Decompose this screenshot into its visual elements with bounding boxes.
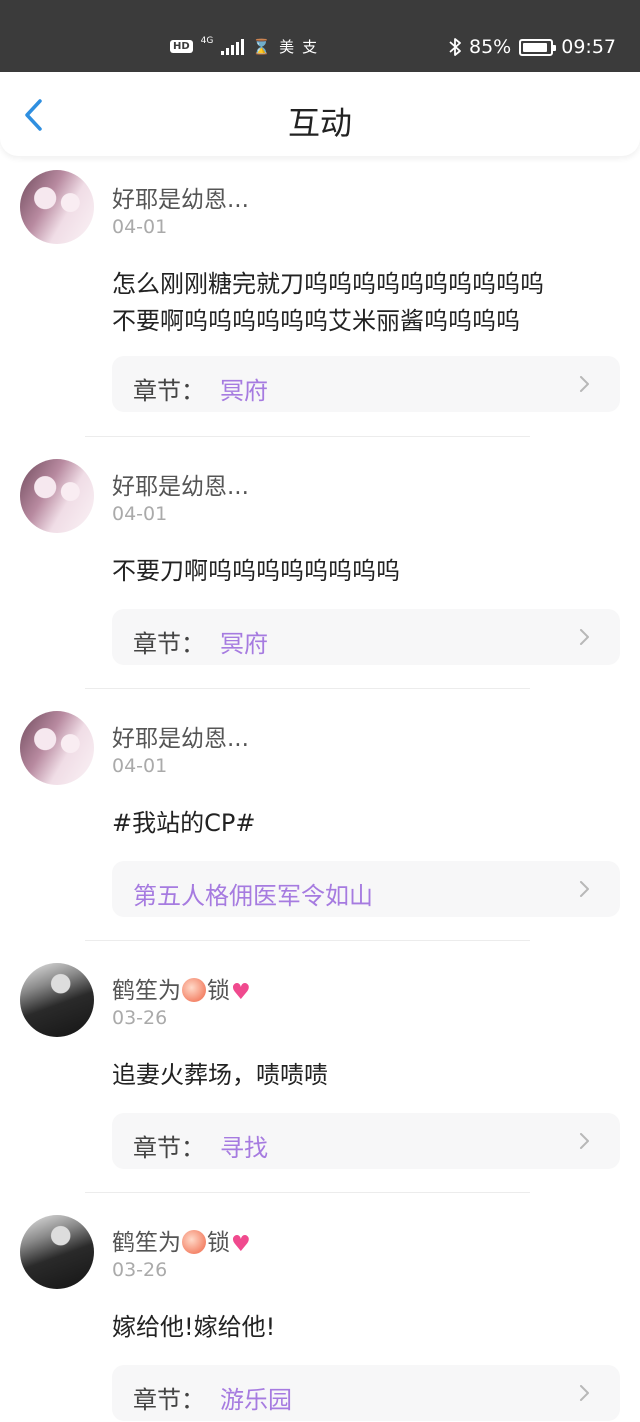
- network-type: 4G: [200, 36, 214, 46]
- avatar[interactable]: [20, 1215, 94, 1289]
- heart-emoji-icon: ♥: [231, 980, 251, 1005]
- chapter-name: 冥府: [220, 630, 268, 658]
- avatar[interactable]: [20, 711, 94, 785]
- chapter-link[interactable]: 章节： 游乐园: [112, 1365, 620, 1421]
- username-part: 鹤笙为: [112, 1230, 181, 1256]
- chapter-name: 寻找: [220, 1134, 268, 1162]
- comment-item: 好耶是幼恩... 04-01 怎么刚刚糖完就刀呜呜呜呜呜呜呜呜呜呜 不要啊呜呜呜…: [0, 156, 640, 437]
- topic-link[interactable]: 第五人格佣医军令如山: [112, 861, 620, 917]
- chapter-link[interactable]: 章节： 冥府: [112, 356, 620, 412]
- comment-text-line: 不要啊呜呜呜呜呜呜艾米丽酱呜呜呜呜: [112, 307, 520, 335]
- username[interactable]: 好耶是幼恩...: [112, 180, 249, 214]
- signal-icon: [221, 38, 245, 55]
- page-header: 互动: [0, 72, 640, 156]
- peach-emoji-icon: [182, 978, 206, 1002]
- status-icons-center: HD 4G ⌛ 美 支: [170, 36, 317, 57]
- username-part: 鹤笙为: [112, 978, 181, 1004]
- username-part: 锁: [207, 1230, 230, 1256]
- chapter-label: 章节：: [133, 377, 205, 405]
- comment-date: 03-26: [112, 1259, 168, 1281]
- comment-text-line: 追妻火葬场，啧啧啧: [112, 1061, 328, 1089]
- status-icons-right: 85% 09:57: [449, 36, 616, 58]
- alipay-app-icon: 支: [302, 38, 318, 56]
- meituan-app-icon: 美: [279, 38, 295, 56]
- battery-percent: 85%: [469, 36, 512, 58]
- divider: [85, 940, 530, 941]
- comment-text-line: 不要刀啊呜呜呜呜呜呜呜呜: [112, 557, 400, 585]
- avatar[interactable]: [20, 170, 94, 244]
- comment-list: 好耶是幼恩... 04-01 怎么刚刚糖完就刀呜呜呜呜呜呜呜呜呜呜 不要啊呜呜呜…: [0, 156, 640, 1421]
- comment-date: 04-01: [112, 503, 168, 525]
- comment-text-line: 怎么刚刚糖完就刀呜呜呜呜呜呜呜呜呜呜: [112, 270, 544, 298]
- hd-badge: HD: [170, 40, 193, 53]
- comment-text: 追妻火葬场，啧啧啧: [112, 1057, 328, 1094]
- username[interactable]: 好耶是幼恩...: [112, 467, 249, 501]
- chapter-link[interactable]: 章节： 冥府: [112, 609, 620, 665]
- divider: [85, 436, 530, 437]
- username[interactable]: 好耶是幼恩...: [112, 719, 249, 753]
- username[interactable]: 鹤笙为 锁♥: [112, 971, 251, 1005]
- clock: 09:57: [561, 36, 616, 58]
- hourglass-icon: ⌛: [252, 37, 272, 56]
- comment-item: 鹤笙为 锁♥ 03-26 嫁给他!嫁给他! 章节： 游乐园: [0, 1195, 640, 1422]
- status-bar: HD 4G ⌛ 美 支 85% 09:57: [0, 0, 640, 72]
- comment-date: 03-26: [112, 1007, 168, 1029]
- comment-date: 04-01: [112, 216, 168, 238]
- comment-text-line: 嫁给他!嫁给他!: [112, 1313, 276, 1341]
- avatar[interactable]: [20, 459, 94, 533]
- username-part: 锁: [207, 978, 230, 1004]
- page-title: 互动: [287, 104, 352, 142]
- comment-item: 鹤笙为 锁♥ 03-26 追妻火葬场，啧啧啧 章节： 寻找: [0, 943, 640, 1195]
- battery-icon: [519, 38, 557, 56]
- comment-text: 嫁给他!嫁给他!: [112, 1309, 275, 1346]
- chapter-label: 章节：: [133, 1386, 205, 1414]
- comment-text: 不要刀啊呜呜呜呜呜呜呜呜: [112, 553, 400, 590]
- chapter-name: 游乐园: [220, 1386, 292, 1414]
- comment-text: 怎么刚刚糖完就刀呜呜呜呜呜呜呜呜呜呜 不要啊呜呜呜呜呜呜艾米丽酱呜呜呜呜: [112, 266, 544, 340]
- chevron-right-icon: [580, 881, 589, 897]
- chapter-label: 章节：: [133, 1134, 205, 1162]
- topic-name: 第五人格佣医军令如山: [133, 882, 373, 910]
- divider: [85, 688, 530, 689]
- username[interactable]: 鹤笙为 锁♥: [112, 1223, 251, 1257]
- chapter-link[interactable]: 章节： 寻找: [112, 1113, 620, 1169]
- comment-text-line: #我站的CP#: [112, 809, 256, 837]
- comment-date: 04-01: [112, 755, 168, 777]
- chevron-right-icon: [580, 629, 589, 645]
- chevron-right-icon: [580, 1385, 589, 1401]
- comment-text: #我站的CP#: [112, 805, 255, 842]
- peach-emoji-icon: [182, 1230, 206, 1254]
- divider: [85, 1192, 530, 1193]
- comment-item: 好耶是幼恩... 04-01 #我站的CP# 第五人格佣医军令如山: [0, 691, 640, 943]
- chevron-right-icon: [580, 1133, 589, 1149]
- bluetooth-icon: [449, 38, 461, 56]
- chapter-name: 冥府: [220, 377, 268, 405]
- comment-item: 好耶是幼恩... 04-01 不要刀啊呜呜呜呜呜呜呜呜 章节： 冥府: [0, 439, 640, 691]
- chapter-label: 章节：: [133, 630, 205, 658]
- avatar[interactable]: [20, 963, 94, 1037]
- chevron-right-icon: [580, 376, 589, 392]
- heart-emoji-icon: ♥: [231, 1232, 251, 1257]
